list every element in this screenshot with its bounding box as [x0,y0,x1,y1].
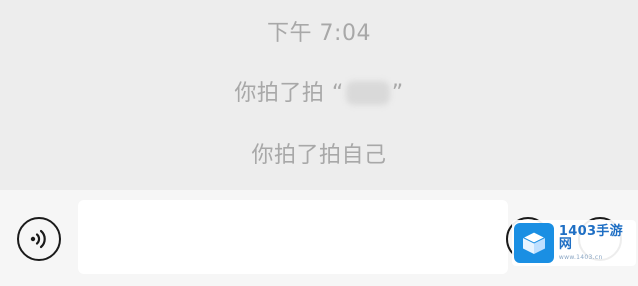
voice-input-button[interactable] [17,217,61,261]
pat-message-prefix: 你拍了拍 “ [234,81,344,106]
watermark-title: 1403手游网 [558,224,623,252]
chat-screen: 下午 7:04 你拍了拍 “” 你拍了拍自己 1403手游网 www.1403.… [0,0,638,286]
blurred-contact-name [345,81,390,105]
message-list[interactable]: 下午 7:04 你拍了拍 “ ” 你拍了拍自己 [0,0,638,190]
message-timestamp: 下午 7:04 [267,21,371,46]
watermark-url: www.1403.cn [558,254,603,261]
cube-logo-icon [514,223,554,263]
message-text-input[interactable] [78,200,508,274]
site-watermark: 1403手游网 www.1403.cn [512,220,636,266]
pat-self-system-message: 你拍了拍自己 [251,143,387,168]
voice-waves-icon [30,229,46,249]
pat-system-message: 你拍了拍 “ ” [0,75,638,107]
pat-message-suffix: ” [391,81,404,106]
